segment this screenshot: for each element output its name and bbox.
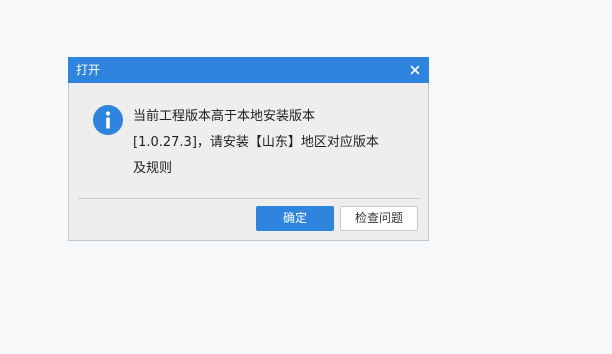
check-issues-button[interactable]: 检查问题 — [340, 206, 418, 231]
dialog-title: 打开 — [76, 63, 101, 77]
dialog-message: 当前工程版本高于本地安装版本 [1.0.27.3]，请安装【山东】地区对应版本 … — [133, 104, 413, 182]
close-icon[interactable] — [408, 63, 422, 77]
info-icon — [93, 105, 123, 135]
dialog-titlebar: 打开 — [68, 57, 429, 83]
ok-button[interactable]: 确定 — [256, 206, 334, 231]
open-dialog: 打开 当前工程版本高于本地安装版本 [1.0.27.3]，请安装【山东】地区对应… — [68, 57, 429, 241]
message-line: 当前工程版本高于本地安装版本 — [133, 109, 316, 124]
footer-divider — [78, 198, 420, 199]
message-line: [1.0.27.3]，请安装【山东】地区对应版本 — [133, 135, 379, 150]
message-line: 及规则 — [133, 161, 173, 176]
